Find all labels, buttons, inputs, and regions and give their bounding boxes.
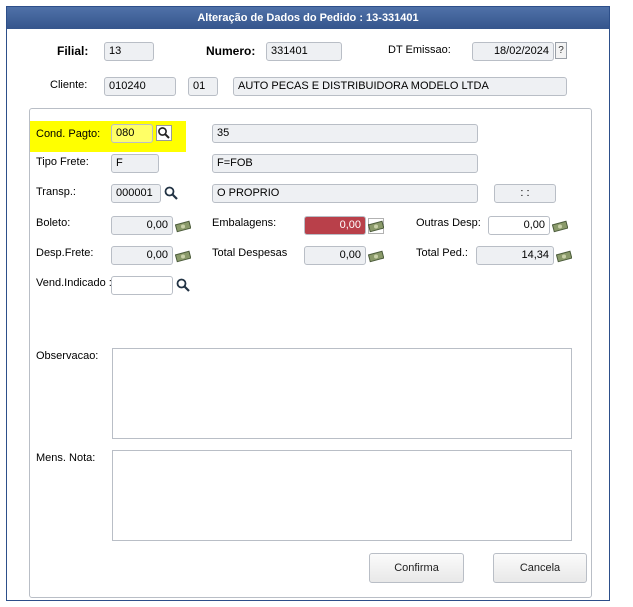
search-icon[interactable] bbox=[175, 277, 191, 293]
cond-pagto-desc-field[interactable]: 35 bbox=[212, 124, 478, 143]
tipo-frete-field[interactable]: F bbox=[111, 154, 159, 173]
help-button[interactable]: ? bbox=[555, 42, 567, 59]
money-icon[interactable] bbox=[552, 218, 568, 234]
tipo-frete-label: Tipo Frete: bbox=[36, 156, 89, 168]
outras-desp-label: Outras Desp: bbox=[416, 217, 481, 229]
dialog-window: Alteração de Dados do Pedido : 13-331401… bbox=[6, 6, 610, 601]
dialog-title: Alteração de Dados do Pedido : 13-331401 bbox=[7, 7, 609, 29]
total-despesas-label: Total Despesas bbox=[212, 247, 288, 259]
numero-field[interactable]: 331401 bbox=[266, 42, 342, 61]
cancela-button[interactable]: Cancela bbox=[493, 553, 587, 583]
outras-desp-field[interactable]: 0,00 bbox=[488, 216, 550, 235]
total-ped-field[interactable]: 14,34 bbox=[476, 246, 554, 265]
cliente-name-field[interactable]: AUTO PECAS E DISTRIBUIDORA MODELO LTDA bbox=[233, 77, 567, 96]
confirma-button[interactable]: Confirma bbox=[369, 553, 464, 583]
vend-indicado-field[interactable] bbox=[111, 276, 173, 295]
money-icon[interactable] bbox=[556, 248, 572, 264]
money-icon[interactable] bbox=[175, 248, 191, 264]
cond-pagto-label: Cond. Pagto: bbox=[36, 128, 101, 140]
cliente-store-field[interactable]: 01 bbox=[188, 77, 218, 96]
desp-frete-label: Desp.Frete: bbox=[36, 247, 94, 259]
mens-nota-label: Mens. Nota: bbox=[36, 452, 96, 464]
dt-emissao-label: DT Emissao: bbox=[388, 44, 451, 56]
tipo-frete-desc-field[interactable]: F=FOB bbox=[212, 154, 478, 173]
total-ped-label: Total Ped.: bbox=[416, 247, 468, 259]
transp-desc-field[interactable]: O PROPRIO bbox=[212, 184, 478, 203]
dt-emissao-field[interactable]: 18/02/2024 bbox=[472, 42, 554, 61]
filial-label: Filial: bbox=[57, 44, 89, 58]
desp-frete-field[interactable]: 0,00 bbox=[111, 246, 173, 265]
transp-label: Transp.: bbox=[36, 186, 76, 198]
mens-nota-textarea[interactable] bbox=[112, 450, 572, 541]
money-icon[interactable] bbox=[368, 218, 384, 234]
boleto-label: Boleto: bbox=[36, 217, 71, 229]
total-despesas-field[interactable]: 0,00 bbox=[304, 246, 366, 265]
transp-field[interactable]: 000001 bbox=[111, 184, 161, 203]
transp-extra-field[interactable]: : : bbox=[494, 184, 556, 203]
vend-indicado-label: Vend.Indicado : bbox=[36, 277, 112, 289]
search-icon[interactable] bbox=[156, 125, 172, 141]
boleto-field[interactable]: 0,00 bbox=[111, 216, 173, 235]
observacao-label: Observacao: bbox=[36, 350, 99, 362]
observacao-textarea[interactable] bbox=[112, 348, 572, 439]
embalagens-label: Embalagens: bbox=[212, 217, 277, 229]
cond-pagto-field[interactable]: 080 bbox=[111, 124, 153, 143]
cliente-label: Cliente: bbox=[50, 79, 88, 91]
search-icon[interactable] bbox=[163, 185, 179, 201]
embalagens-field[interactable]: 0,00 bbox=[304, 216, 366, 235]
numero-label: Numero: bbox=[206, 44, 256, 58]
money-icon[interactable] bbox=[368, 248, 384, 264]
filial-field[interactable]: 13 bbox=[104, 42, 154, 61]
money-icon[interactable] bbox=[175, 218, 191, 234]
cliente-code-field[interactable]: 010240 bbox=[104, 77, 176, 96]
